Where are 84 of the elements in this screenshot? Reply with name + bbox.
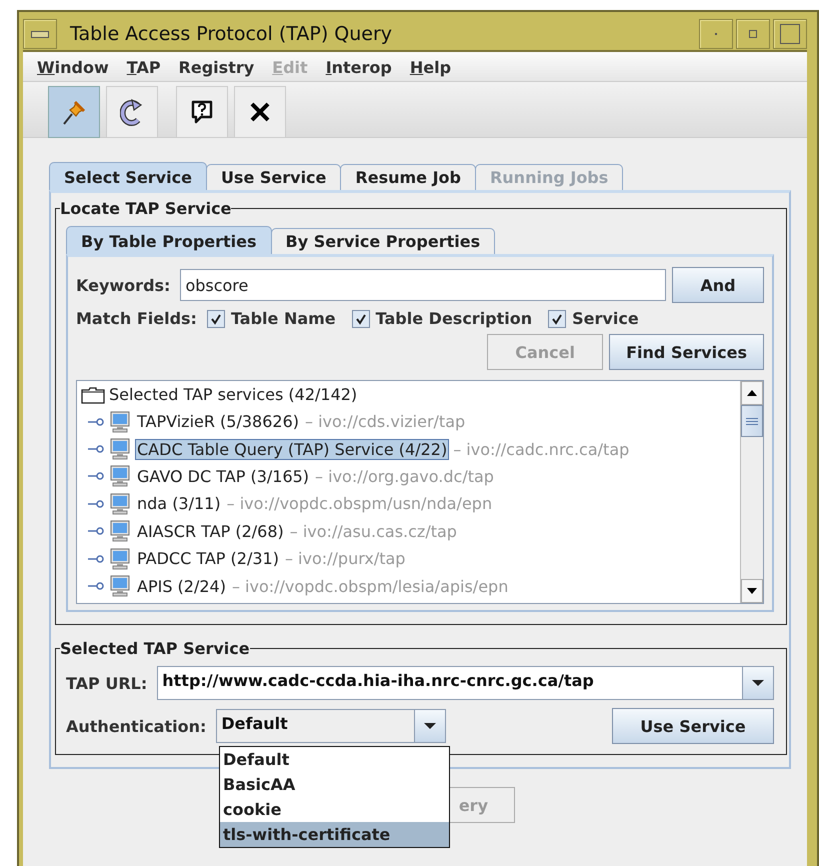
service-uri: – ivo://cds.vizier/tap bbox=[305, 412, 466, 432]
dropdown-option[interactable]: Default bbox=[220, 747, 449, 772]
pin-button[interactable] bbox=[48, 86, 100, 138]
folder-icon bbox=[81, 386, 105, 404]
window-button[interactable] bbox=[773, 19, 807, 49]
service-name[interactable]: TAPVizieR (5/38626) bbox=[135, 411, 302, 432]
checkbox[interactable] bbox=[206, 310, 225, 328]
and-button[interactable]: And bbox=[672, 267, 764, 303]
dropdown-arrow-icon[interactable] bbox=[423, 722, 438, 730]
find-services-button[interactable]: Find Services bbox=[609, 334, 764, 370]
tap-url-value: http://www.cadc-ccda.hia-iha.nrc-cnrc.gc.ca/tap bbox=[161, 670, 595, 692]
tab[interactable]: By Service Properties bbox=[270, 228, 496, 254]
group-title: Selected TAP Service bbox=[60, 639, 250, 658]
service-uri: – ivo://asu.cas.cz/tap bbox=[290, 522, 457, 541]
computer-icon bbox=[109, 438, 131, 460]
service-name[interactable]: PADCC TAP (2/31) bbox=[135, 548, 281, 570]
keywords-field[interactable]: obscore bbox=[180, 269, 666, 301]
checkmark-icon bbox=[210, 312, 222, 324]
pushpin-icon bbox=[61, 98, 87, 126]
checkbox[interactable] bbox=[352, 310, 370, 328]
computer-icon bbox=[109, 410, 131, 433]
dropdown-arrow-icon[interactable] bbox=[751, 679, 765, 687]
tap-url-label: TAP URL: bbox=[66, 674, 148, 692]
service-name[interactable]: GAVO DC TAP (3/165) bbox=[135, 466, 312, 487]
computer-icon bbox=[109, 465, 131, 488]
service-uri: – ivo://cadc.nrc.ca/tap bbox=[453, 440, 630, 459]
service-uri: – ivo://vopdc.obspm/usn/nda/epn bbox=[226, 494, 492, 514]
checkbox-label: Table Description bbox=[376, 309, 532, 328]
checkbox[interactable] bbox=[548, 310, 566, 328]
scroll-up-icon[interactable] bbox=[741, 381, 763, 405]
service-uri: – ivo://vopdc.obspm/lesia/apis/epn bbox=[232, 576, 508, 596]
authentication-label: Authentication: bbox=[66, 716, 206, 736]
service-uri: – ivo://org.gavo.dc/tap bbox=[315, 466, 494, 486]
dropdown-option[interactable]: cookie bbox=[220, 797, 449, 822]
tree-root-label: Selected TAP services (42/142) bbox=[109, 385, 358, 404]
service-name[interactable]: nda (3/11) bbox=[135, 493, 223, 514]
expand-handle-icon[interactable] bbox=[87, 581, 105, 592]
computer-icon bbox=[109, 520, 131, 542]
dropdown-option[interactable]: BasicAA bbox=[220, 772, 449, 797]
keywords-label: Keywords: bbox=[76, 276, 170, 294]
reload-button[interactable] bbox=[106, 86, 158, 138]
help-button[interactable] bbox=[176, 86, 228, 138]
match-fields-label: Match Fields: bbox=[76, 309, 197, 328]
menu-item[interactable]: Window bbox=[37, 58, 109, 77]
menu-item[interactable]: TAP bbox=[126, 58, 161, 77]
tab[interactable]: By Table Properties bbox=[66, 226, 272, 254]
expand-handle-icon[interactable] bbox=[87, 444, 105, 454]
close-icon bbox=[248, 100, 272, 124]
authentication-value: Default bbox=[220, 713, 289, 735]
computer-icon bbox=[109, 492, 131, 515]
menu-item[interactable]: Registry bbox=[178, 58, 254, 77]
reload-icon bbox=[120, 97, 144, 127]
service-uri: – ivo://purx/tap bbox=[284, 549, 406, 568]
expand-handle-icon[interactable] bbox=[87, 416, 105, 427]
scroll-down-icon[interactable] bbox=[741, 579, 763, 603]
computer-icon bbox=[109, 575, 131, 598]
checkmark-icon bbox=[551, 312, 564, 324]
expand-handle-icon[interactable] bbox=[87, 498, 105, 509]
computer-icon bbox=[109, 548, 131, 570]
menu-item[interactable]: Interop bbox=[326, 58, 392, 77]
dropdown-option[interactable]: tls-with-certificate bbox=[220, 822, 449, 847]
use-service-button[interactable]: Use Service bbox=[612, 708, 774, 744]
tab[interactable]: Select Service bbox=[49, 162, 207, 190]
service-name[interactable]: CADC Table Query (TAP) Service (4/22) bbox=[135, 438, 450, 460]
service-name[interactable]: AIASCR TAP (2/68) bbox=[135, 520, 286, 542]
close-button[interactable] bbox=[234, 86, 286, 138]
expand-handle-icon[interactable] bbox=[87, 526, 105, 536]
checkbox-label: Table Name bbox=[230, 309, 336, 328]
menu-item[interactable]: Help bbox=[410, 58, 452, 77]
expand-handle-icon[interactable] bbox=[87, 471, 105, 482]
expand-handle-icon[interactable] bbox=[87, 554, 105, 564]
group-title: Locate TAP Service bbox=[60, 199, 232, 218]
scroll-thumb[interactable] bbox=[741, 405, 763, 437]
authentication-combo[interactable]: Default bbox=[216, 709, 446, 743]
window-menu-button[interactable] bbox=[23, 19, 57, 49]
help-icon bbox=[189, 98, 215, 126]
checkmark-icon bbox=[354, 312, 367, 324]
window-title: Table Access Protocol (TAP) Query bbox=[70, 23, 392, 45]
checkbox-label: Service bbox=[572, 309, 639, 328]
minimize-button[interactable] bbox=[699, 19, 733, 49]
service-name[interactable]: APIS (2/24) bbox=[135, 576, 228, 597]
maximize-button[interactable] bbox=[736, 19, 770, 49]
scroll-bar[interactable] bbox=[740, 381, 763, 603]
tap-url-combo[interactable]: http://www.cadc-ccda.hia-iha.nrc-cnrc.gc.ca/tap bbox=[157, 666, 774, 700]
